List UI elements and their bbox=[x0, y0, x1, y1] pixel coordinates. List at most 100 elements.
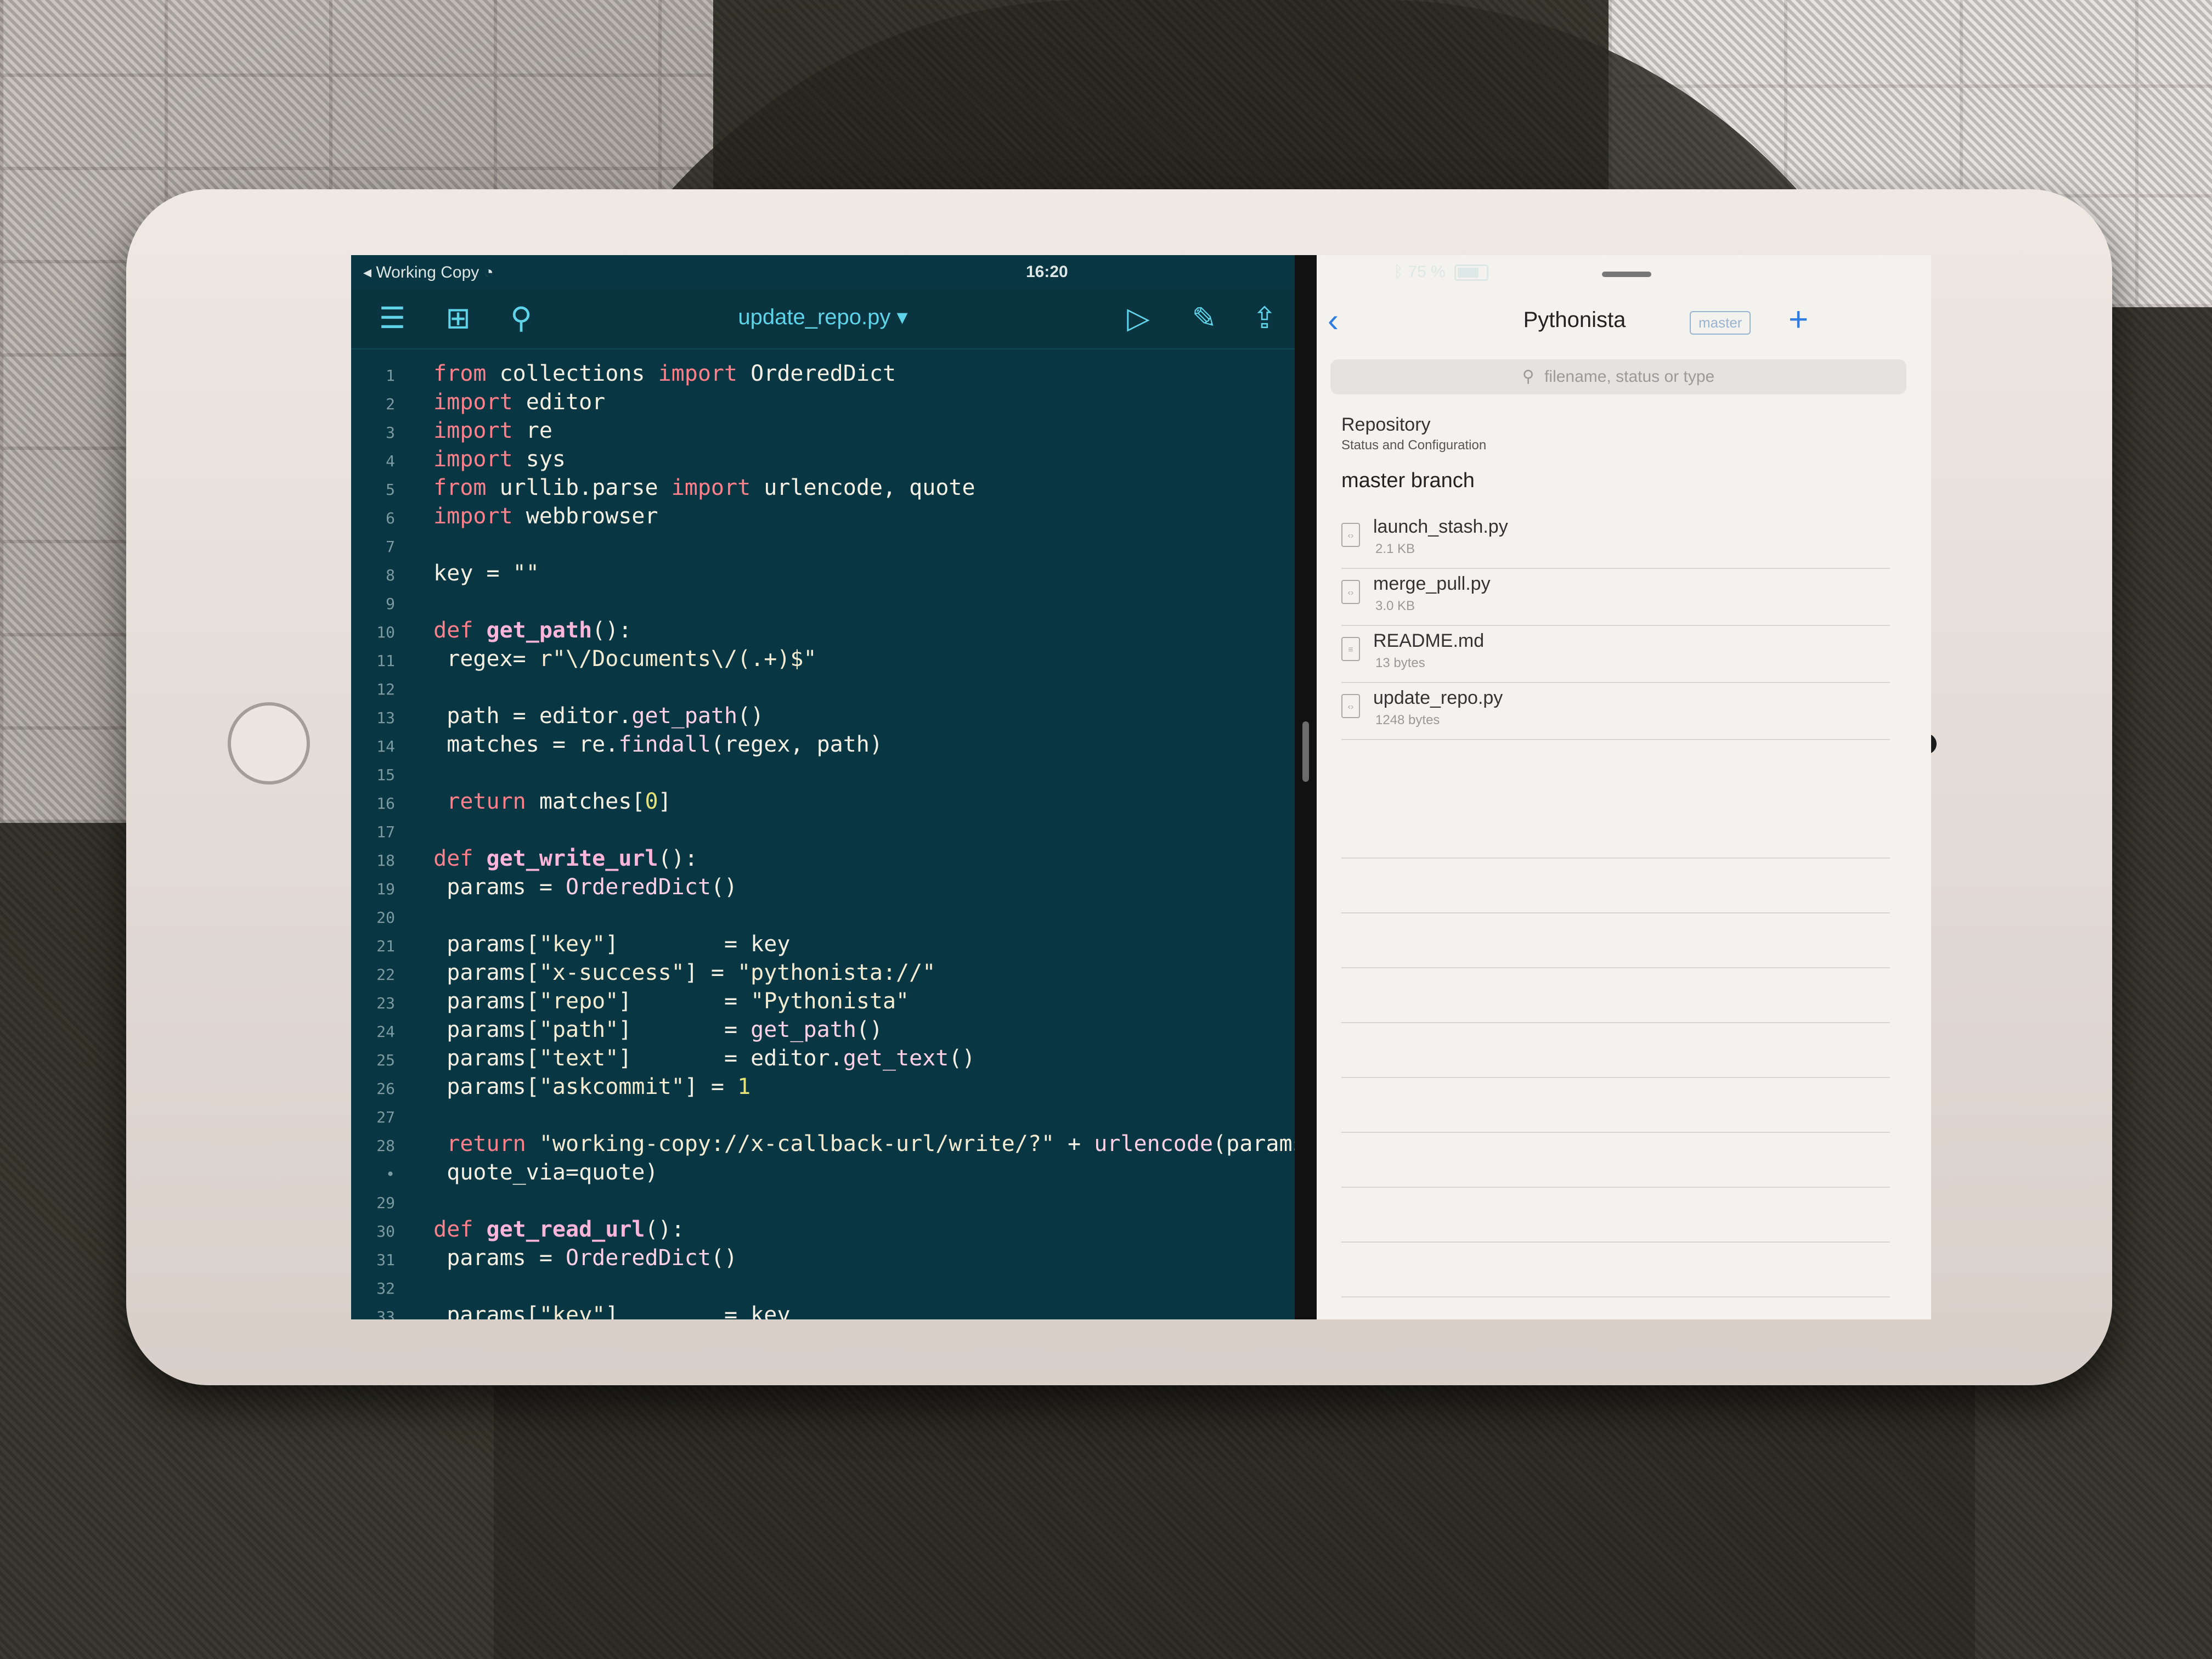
code-token: urlencode, quote bbox=[764, 475, 975, 500]
code-line[interactable]: 10 def get_path(): bbox=[357, 616, 631, 645]
status-time: 16:20 bbox=[1026, 263, 1068, 281]
file-name: launch_stash.py bbox=[1373, 516, 1508, 537]
file-name: merge_pull.py bbox=[1373, 573, 1491, 594]
home-button[interactable] bbox=[228, 702, 310, 785]
code-token: urlencode bbox=[1094, 1131, 1214, 1156]
back-to-app[interactable]: ◂ Working Copy ◔ bbox=[363, 263, 494, 282]
code-token: "pythonista://" bbox=[737, 960, 936, 985]
code-line[interactable]: 23 params["repo"] = "Pythonista" bbox=[357, 987, 909, 1015]
status-bar: ◂ Working Copy ◔ 16:20 ᛒ 75 % bbox=[351, 255, 1931, 288]
code-line[interactable]: 27 bbox=[357, 1101, 407, 1130]
code-line[interactable]: 29 bbox=[357, 1187, 407, 1215]
code-token: OrderedDict bbox=[751, 361, 896, 386]
code-token: "key" bbox=[539, 1302, 606, 1319]
code-token: params = bbox=[447, 1245, 566, 1271]
code-line[interactable]: 31 params = OrderedDict() bbox=[357, 1244, 737, 1272]
menu-icon[interactable]: ☰ bbox=[373, 299, 411, 337]
code-line[interactable]: 13 path = editor.get_path() bbox=[357, 702, 764, 730]
code-line[interactable]: 15 bbox=[357, 759, 407, 787]
code-token: editor bbox=[526, 390, 606, 415]
new-file-icon[interactable]: ⊞ bbox=[439, 299, 477, 337]
code-line[interactable]: 21 params["key"] = key bbox=[357, 930, 790, 958]
code-line[interactable]: 5 from urllib.parse import urlencode, qu… bbox=[357, 473, 975, 502]
code-token: import bbox=[433, 504, 526, 529]
add-icon[interactable]: + bbox=[1788, 300, 1808, 339]
file-search-input[interactable]: ⚲ filename, status or type bbox=[1330, 359, 1906, 394]
line-number: 9 bbox=[386, 595, 395, 613]
code-line[interactable]: 7 bbox=[357, 531, 407, 559]
branch-badge[interactable]: master bbox=[1690, 311, 1751, 335]
code-token: import bbox=[433, 447, 526, 472]
back-chevron-icon[interactable]: ‹ bbox=[1328, 301, 1339, 339]
code-line[interactable]: 22 params["x-success"] = "pythonista://" bbox=[357, 958, 935, 987]
code-token: () bbox=[710, 1245, 738, 1271]
repo-nav-bar: ‹ Pythonista master + bbox=[1317, 288, 1931, 348]
wrench-icon[interactable]: ✎ bbox=[1185, 299, 1223, 337]
file-list-item[interactable]: ‹› update_repo.py 1248 bytes bbox=[1341, 684, 1890, 740]
code-line[interactable]: • quote_via=quote) bbox=[357, 1158, 658, 1187]
file-size: 13 bytes bbox=[1375, 656, 1425, 670]
code-line[interactable]: 12 bbox=[357, 673, 407, 702]
code-token: get_write_url bbox=[486, 846, 658, 871]
code-line[interactable]: 11 regex= r"\/Documents\/(.+)$" bbox=[357, 645, 816, 673]
repository-subtitle: Status and Configuration bbox=[1341, 438, 1487, 453]
file-title[interactable]: update_repo.py ▾ bbox=[708, 304, 938, 332]
code-line[interactable]: 4 import sys bbox=[357, 445, 566, 473]
code-token: ] = bbox=[684, 1074, 738, 1099]
code-line[interactable]: 9 bbox=[357, 588, 407, 616]
code-line[interactable]: 18 def get_write_url(): bbox=[357, 844, 698, 873]
code-token: return bbox=[447, 789, 539, 814]
code-line[interactable]: 20 bbox=[357, 901, 407, 930]
code-line[interactable]: 1 from collections import OrderedDict bbox=[357, 359, 896, 388]
split-view-divider[interactable] bbox=[1295, 255, 1317, 1319]
code-line[interactable]: 6 import webbrowser bbox=[357, 502, 658, 531]
line-number: 18 bbox=[376, 851, 395, 870]
code-token: "x-success" bbox=[539, 960, 685, 985]
code-line[interactable]: 30 def get_read_url(): bbox=[357, 1215, 684, 1244]
line-number: 30 bbox=[376, 1222, 395, 1240]
line-number: 11 bbox=[376, 652, 395, 670]
line-number: 27 bbox=[376, 1108, 395, 1126]
code-area[interactable]: 1 from collections import OrderedDict 2 i… bbox=[351, 359, 1318, 1319]
code-line[interactable]: 3 import re bbox=[357, 416, 552, 445]
code-line[interactable]: 14 matches = re.findall(regex, path) bbox=[357, 730, 883, 759]
code-line[interactable]: 16 return matches[0] bbox=[357, 787, 671, 816]
code-token: params[ bbox=[447, 989, 539, 1014]
share-icon[interactable]: ⇪ bbox=[1245, 299, 1284, 337]
text-file-icon: ≡ bbox=[1341, 637, 1360, 661]
code-line[interactable]: 17 bbox=[357, 816, 407, 844]
code-line[interactable]: 2 import editor bbox=[357, 388, 605, 416]
search-icon[interactable]: ⚲ bbox=[502, 299, 540, 337]
file-list-item[interactable]: ‹› launch_stash.py 2.1 KB bbox=[1341, 513, 1890, 569]
file-list-item[interactable]: ≡ README.md 13 bytes bbox=[1341, 627, 1890, 683]
file-list-item[interactable]: ‹› merge_pull.py 3.0 KB bbox=[1341, 570, 1890, 626]
code-line[interactable]: 26 params["askcommit"] = 1 bbox=[357, 1073, 751, 1101]
repository-row[interactable]: Repository Status and Configuration bbox=[1341, 414, 1890, 453]
code-line[interactable]: 24 params["path"] = get_path() bbox=[357, 1015, 883, 1044]
code-line[interactable]: 25 params["text"] = editor.get_text() bbox=[357, 1044, 975, 1073]
play-icon[interactable]: ▷ bbox=[1119, 299, 1158, 337]
code-line[interactable]: 32 bbox=[357, 1272, 407, 1301]
working-copy-pane: ‹ Pythonista master + ⚲ filename, status… bbox=[1317, 255, 1931, 1319]
split-view-grip[interactable] bbox=[1302, 721, 1309, 782]
code-token: "working-copy://x-callback-url/write/?" bbox=[539, 1131, 1055, 1156]
code-line[interactable]: 28 return "working-copy://x-callback-url… bbox=[357, 1130, 1318, 1158]
editor-toolbar: ☰ ⊞ ⚲ update_repo.py ▾ ▷ ✎ ⇪ bbox=[351, 288, 1295, 349]
code-line[interactable]: 19 params = OrderedDict() bbox=[357, 873, 737, 901]
line-number: 12 bbox=[376, 680, 395, 698]
code-line[interactable]: 33 params["key"] = key bbox=[357, 1301, 790, 1319]
line-number: 19 bbox=[376, 880, 395, 898]
code-line[interactable]: 8 key = "" bbox=[357, 559, 539, 588]
file-size: 2.1 KB bbox=[1375, 541, 1415, 556]
